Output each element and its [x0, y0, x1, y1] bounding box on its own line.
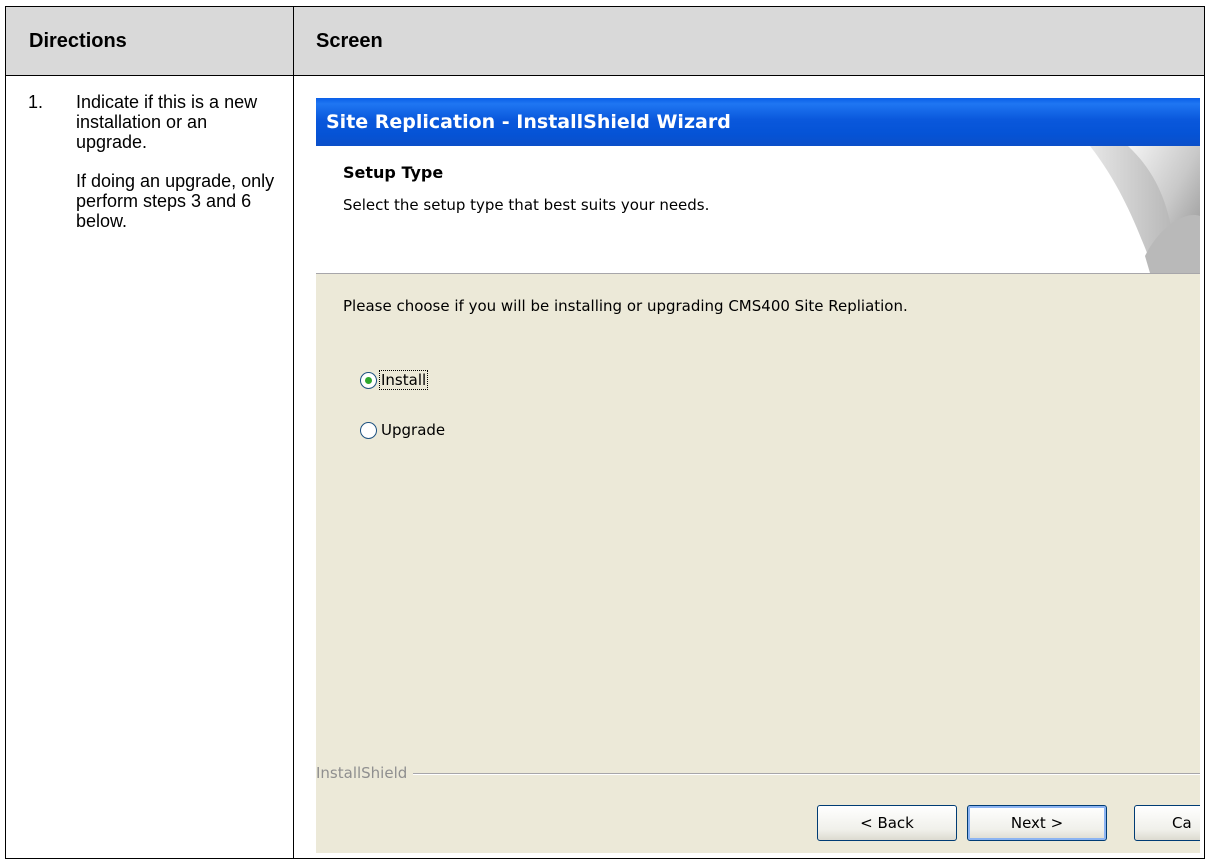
radio-install[interactable]: Install — [360, 370, 429, 390]
wizard-title: Site Replication - InstallShield Wizard — [326, 111, 731, 133]
setup-type-subtitle: Select the setup type that best suits yo… — [343, 196, 710, 214]
step-note: If doing an upgrade, only perform steps … — [76, 171, 275, 231]
setup-prompt: Please choose if you will be installing … — [343, 297, 908, 315]
page-curl-graphic — [1090, 146, 1200, 273]
setup-type-title: Setup Type — [343, 163, 444, 182]
wizard-titlebar: Site Replication - InstallShield Wizard — [316, 98, 1200, 146]
step-number: 1. — [28, 92, 44, 112]
table-header-row: Directions Screen — [6, 7, 1204, 76]
radio-label-install[interactable]: Install — [378, 370, 429, 390]
installshield-brand: InstallShield — [316, 764, 414, 782]
header-directions: Directions — [29, 30, 127, 52]
wizard-header-panel: Setup Type Select the setup type that be… — [316, 146, 1200, 274]
radio-button-upgrade[interactable] — [360, 421, 377, 439]
radio-upgrade[interactable]: Upgrade — [360, 421, 446, 439]
next-button[interactable]: Next > — [967, 805, 1107, 841]
header-screen: Screen — [316, 30, 383, 52]
step-instruction: Indicate if this is a new installation o… — [76, 92, 258, 152]
back-button[interactable]: < Back — [817, 805, 957, 841]
installshield-brand-line: InstallShield — [316, 764, 1200, 782]
installshield-wizard-screenshot: Site Replication - InstallShield Wizard … — [316, 98, 1200, 853]
radio-selected-dot — [365, 376, 372, 384]
radio-button-install[interactable] — [360, 371, 377, 389]
radio-label-upgrade[interactable]: Upgrade — [380, 421, 446, 439]
column-divider — [293, 7, 294, 858]
brand-divider — [316, 773, 1200, 775]
directions-table: Directions Screen 1. Indicate if this is… — [5, 6, 1205, 859]
cancel-button[interactable]: Ca — [1134, 805, 1200, 841]
